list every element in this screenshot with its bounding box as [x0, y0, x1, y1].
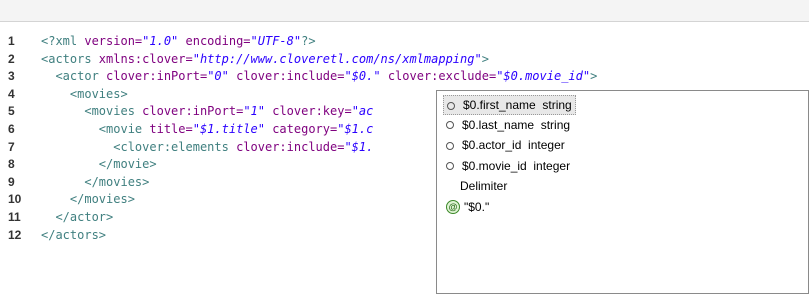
code-token: "0": [207, 69, 229, 84]
code-token: encoding=: [178, 34, 251, 48]
code-token: "ac: [351, 104, 374, 119]
code-text: <actors xmlns:clover="http://www.clovere…: [41, 50, 489, 69]
autocomplete-item[interactable]: $0.movie_id integer: [443, 157, 573, 175]
code-token: clover:include=: [236, 139, 345, 154]
autocomplete-item[interactable]: @ "$0.": [443, 198, 492, 216]
code-text: <movie title="$1.title" category="$1.c: [41, 120, 374, 139]
line-number: 10: [8, 192, 22, 207]
field-bullet-icon: [447, 101, 455, 110]
field-bullet-icon: [446, 121, 454, 130]
autocomplete-item-label: $0.actor_id integer: [462, 138, 565, 152]
code-token: </actor>: [41, 210, 114, 224]
at-sign-icon: @: [446, 200, 460, 215]
code-token: <movies: [41, 104, 143, 119]
code-text: </movies>: [41, 173, 149, 192]
code-token: clover:include=: [228, 69, 345, 84]
code-token: "http://www.cloveretl.com/ns/xmlmapping": [192, 51, 482, 66]
code-token: <?xml: [41, 34, 85, 48]
code-text: </movies>: [41, 190, 135, 209]
code-token: clover:exclude=: [380, 69, 497, 84]
code-text: <movies clover:inPort="1" clover:key="ac: [41, 102, 373, 121]
code-token: xmlns:clover=: [98, 51, 193, 66]
code-token: "$0.": [344, 69, 381, 84]
code-token: <clover:elements: [41, 139, 237, 154]
line-number: 2: [8, 51, 15, 66]
code-token: clover:inPort=: [106, 69, 208, 84]
code-text: <clover:elements clover:include="$1.: [41, 138, 373, 157]
code-text: </movie>: [41, 155, 157, 174]
code-token: </actors>: [41, 227, 107, 242]
line-number: 9: [8, 174, 15, 189]
line-number: 1: [8, 34, 15, 48]
code-token: "$1.title": [192, 122, 265, 136]
autocomplete-item-label: "$0.": [464, 199, 490, 214]
code-token: </movies>: [41, 174, 150, 189]
code-token: "$1.: [344, 139, 374, 154]
line-number: 4: [8, 86, 15, 101]
code-text: <movies>: [41, 85, 128, 104]
line-number: 12: [8, 227, 22, 242]
autocomplete-item-label: $0.last_name string: [462, 117, 571, 132]
autocomplete-item-label: $0.first_name string: [463, 98, 572, 112]
field-bullet-icon: [446, 141, 454, 150]
code-token: clover:inPort=: [142, 104, 244, 119]
code-token: ?>: [301, 34, 316, 48]
autocomplete-item[interactable]: $0.first_name string: [443, 95, 576, 115]
code-token: >: [590, 69, 598, 84]
code-text: </actor>: [41, 208, 113, 227]
autocomplete-item-label: $0.movie_id integer: [462, 158, 571, 173]
autocomplete-item[interactable]: $0.actor_id integer: [443, 136, 568, 154]
code-token: <movie: [41, 122, 150, 136]
line-number: 8: [8, 157, 15, 172]
code-token: >: [481, 51, 489, 66]
line-number: 5: [8, 104, 15, 119]
autocomplete-item[interactable]: Delimiter: [443, 177, 510, 195]
code-token: </movie>: [41, 157, 157, 172]
field-bullet-icon: [446, 162, 454, 171]
code-token: "1.0": [142, 34, 179, 48]
code-text: <actor clover:inPort="0" clover:include=…: [41, 67, 597, 86]
autocomplete-item[interactable]: $0.last_name string: [443, 116, 573, 134]
autocomplete-popup: $0.first_name string $0.last_name string $…: [436, 90, 809, 294]
autocomplete-item-label: Delimiter: [460, 179, 508, 193]
code-token: "$0.movie_id": [496, 69, 591, 84]
line-number: 3: [8, 69, 15, 84]
code-token: title=: [149, 122, 193, 136]
code-token: "1": [243, 104, 265, 119]
line-number: 7: [8, 139, 15, 154]
line-number: 6: [8, 122, 15, 136]
code-token: <actors: [41, 51, 99, 66]
editor-tab-strip: [0, 0, 809, 22]
code-text: <?xml version="1.0" encoding="UTF-8"?>: [41, 32, 316, 51]
code-token: <actor: [41, 69, 107, 84]
code-token: version=: [84, 34, 143, 48]
code-token: "$1.c: [337, 122, 374, 136]
code-token: category=: [264, 122, 338, 136]
code-text: </actors>: [41, 226, 106, 245]
code-token: </movies>: [41, 192, 135, 207]
code-token: "UTF-8": [250, 34, 302, 48]
code-token: <movies>: [41, 86, 128, 101]
line-number: 11: [8, 210, 21, 224]
code-token: clover:key=: [265, 104, 352, 119]
